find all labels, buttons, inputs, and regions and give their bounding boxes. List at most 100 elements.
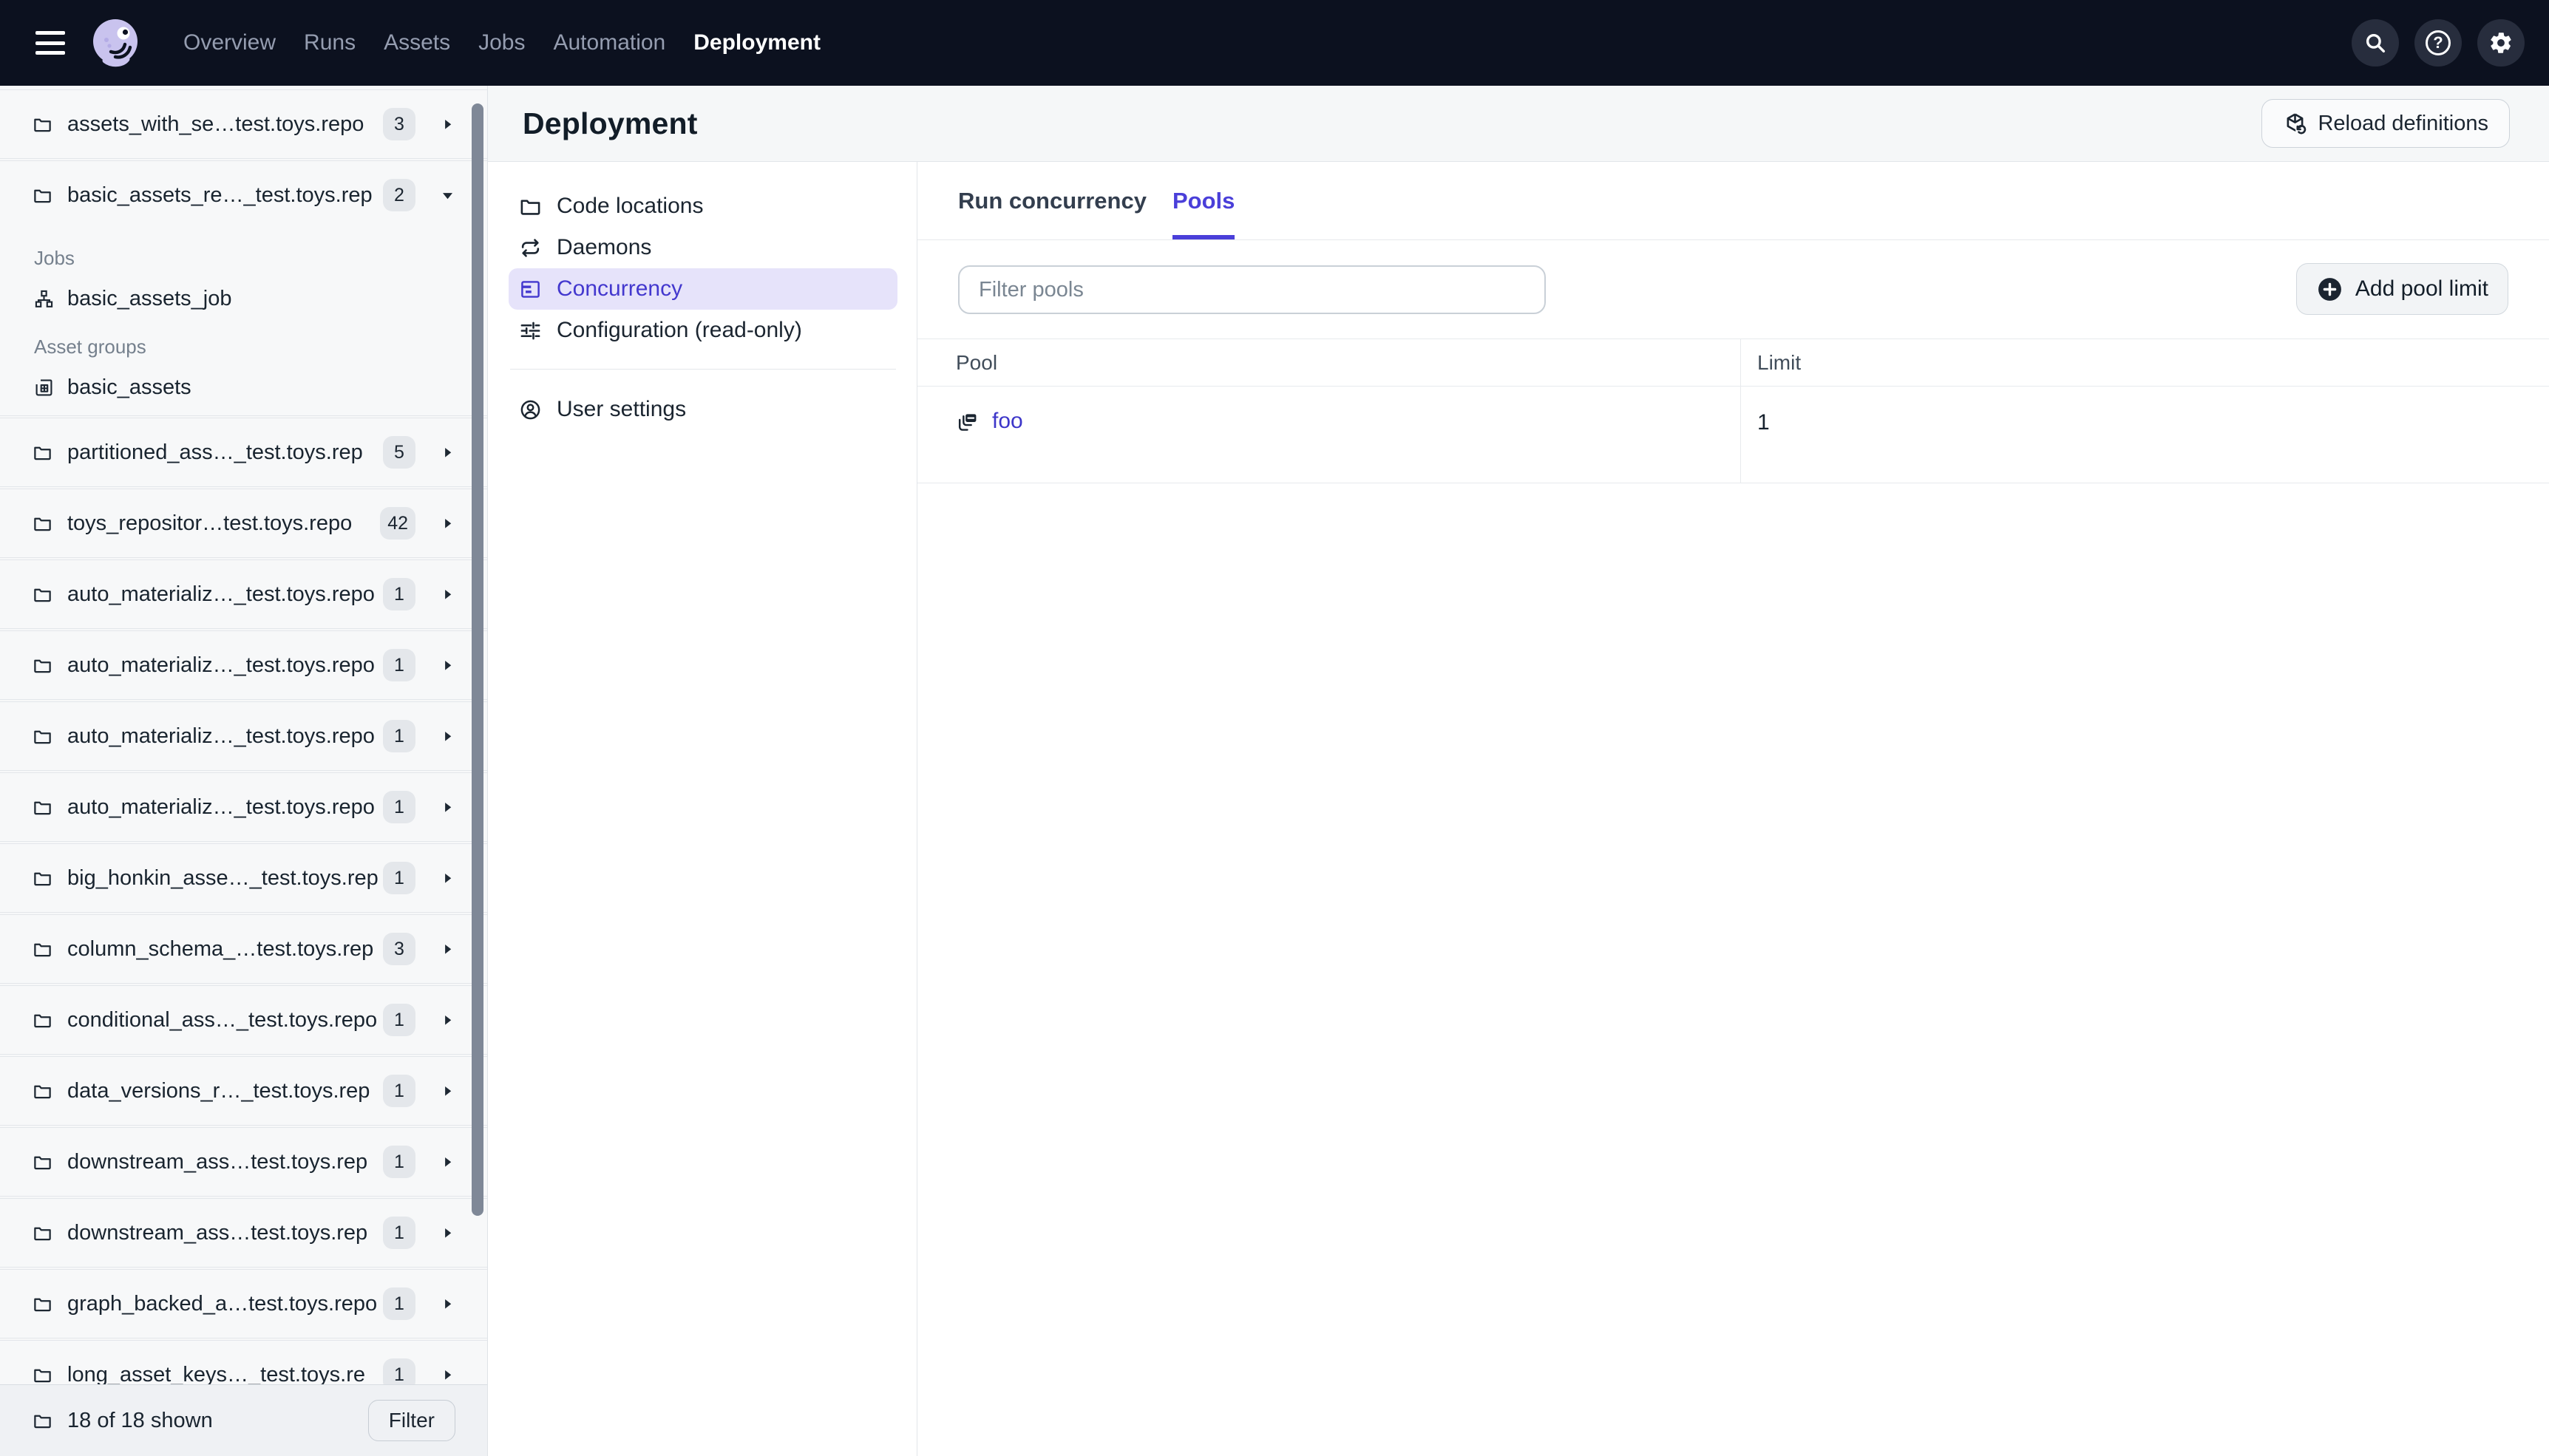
tab-run-concurrency[interactable]: Run concurrency [958, 162, 1147, 239]
chevron-right-icon[interactable] [438, 1081, 458, 1101]
sidebar-repo-row[interactable]: big_honkin_asse…_test.toys.rep 1 [0, 844, 487, 912]
folder-icon [33, 115, 52, 135]
sidebar-item-basic_assets[interactable]: basic_assets [0, 368, 487, 406]
repo-card: toys_repositor…test.toys.repo 42 [0, 489, 487, 558]
settings-button[interactable] [2477, 19, 2525, 67]
repo-card: auto_materializ…_test.toys.repo 1 [0, 701, 487, 771]
page-title: Deployment [523, 106, 698, 140]
chevron-right-icon[interactable] [438, 1223, 458, 1243]
sidebar-repo-row[interactable]: graph_backed_a…test.toys.repo 1 [0, 1270, 487, 1338]
search-button[interactable] [2352, 19, 2399, 67]
chevron-right-icon[interactable] [438, 1365, 458, 1385]
repo-card: basic_assets_re…_test.toys.rep 2 Jobs basic… [0, 160, 487, 416]
repo-card: data_versions_r…_test.toys.rep 1 [0, 1056, 487, 1126]
repo-card: auto_materializ…_test.toys.repo 1 [0, 559, 487, 629]
concurrency-icon [519, 278, 542, 301]
sidebar-item-basic_assets_job[interactable]: basic_assets_job [0, 279, 487, 318]
pool-cell: foo [917, 387, 1740, 483]
sidebar-repo-row[interactable]: auto_materializ…_test.toys.repo 1 [0, 773, 487, 841]
repo-card: downstream_ass…test.toys.rep 1 [0, 1127, 487, 1197]
hamburger-menu-icon[interactable] [35, 31, 65, 55]
sidebar-repo-row[interactable]: auto_materializ…_test.toys.repo 1 [0, 702, 487, 770]
pool-link-foo[interactable]: foo [992, 409, 1023, 434]
chevron-right-icon[interactable] [438, 514, 458, 534]
limit-cell: 1 [1740, 387, 2549, 483]
gear-icon [2488, 30, 2514, 55]
pools-table-header: Pool Limit [917, 339, 2549, 387]
deployment-nav-configuration-read-only[interactable]: Configuration (read-only) [509, 310, 897, 351]
repo-count-badge: 1 [383, 649, 415, 681]
deployment-nav: Code locations Daemons Concurrency Configur… [488, 162, 917, 1456]
configuration-icon [519, 319, 542, 342]
folder-icon [33, 1081, 52, 1101]
repo-count-text: 18 of 18 shown [67, 1408, 213, 1432]
sidebar-repo-row[interactable]: column_schema_…test.toys.rep 3 [0, 915, 487, 983]
folder-icon [33, 1411, 52, 1431]
add-pool-limit-button[interactable]: Add pool limit [2295, 263, 2508, 315]
chevron-right-icon[interactable] [438, 1010, 458, 1030]
deployment-nav-user-settings[interactable]: User settings [509, 389, 897, 430]
search-icon [2363, 30, 2388, 55]
repo-name: data_versions_r…_test.toys.rep [67, 1078, 370, 1103]
topnav-link-assets[interactable]: Assets [384, 30, 450, 55]
folder-icon [33, 939, 52, 959]
repo-name: auto_materializ…_test.toys.repo [67, 653, 375, 677]
concurrency-tabs: Run concurrency Pools [917, 162, 2549, 240]
sidebar-repo-row[interactable]: toys_repositor…test.toys.repo 42 [0, 489, 487, 557]
sidebar-repo-row[interactable]: partitioned_ass…_test.toys.rep 5 [0, 418, 487, 486]
sidebar-repo-row[interactable]: data_versions_r…_test.toys.rep 1 [0, 1057, 487, 1125]
sidebar-repo-row[interactable]: downstream_ass…test.toys.rep 1 [0, 1128, 487, 1196]
chevron-down-icon[interactable] [438, 186, 458, 205]
sidebar-repo-row[interactable]: assets_with_se…test.toys.repo 3 [0, 90, 487, 158]
topnav-links: Overview Runs Assets Jobs Automation Deployme… [183, 30, 821, 55]
sidebar-item-label: basic_assets_job [67, 286, 232, 310]
repo-name: auto_materializ…_test.toys.repo [67, 724, 375, 748]
topnav-link-jobs[interactable]: Jobs [478, 30, 525, 55]
deployment-nav-daemons[interactable]: Daemons [509, 227, 897, 268]
deployment-nav-label: Concurrency [557, 276, 683, 301]
help-icon: ? [2426, 30, 2451, 55]
chevron-right-icon[interactable] [438, 585, 458, 605]
chevron-right-icon[interactable] [438, 1152, 458, 1172]
sidebar-scrollbar[interactable] [472, 103, 483, 1216]
chevron-right-icon[interactable] [438, 1294, 458, 1314]
chevron-right-icon[interactable] [438, 115, 458, 135]
user-icon [519, 398, 542, 421]
topnav-link-runs[interactable]: Runs [304, 30, 356, 55]
folder-icon [33, 514, 52, 534]
reload-definitions-button[interactable]: Reload definitions [2261, 99, 2510, 148]
tab-pools[interactable]: Pools [1172, 162, 1235, 239]
deployment-nav-concurrency[interactable]: Concurrency [509, 268, 897, 310]
top-nav: Overview Runs Assets Jobs Automation Deployme… [0, 0, 2549, 86]
chevron-right-icon[interactable] [438, 797, 458, 817]
sidebar-filter-button[interactable]: Filter [367, 1400, 455, 1441]
section-label: Asset groups [34, 336, 146, 358]
repo-name: column_schema_…test.toys.rep [67, 936, 374, 961]
topnav-link-overview[interactable]: Overview [183, 30, 276, 55]
sidebar-repo-row[interactable]: auto_materializ…_test.toys.repo 1 [0, 560, 487, 628]
topnav-link-deployment[interactable]: Deployment [693, 30, 821, 55]
sidebar-repo-row[interactable]: basic_assets_re…_test.toys.rep 2 [0, 161, 487, 229]
chevron-right-icon[interactable] [438, 656, 458, 676]
folder-icon [33, 656, 52, 676]
deployment-nav-code-locations[interactable]: Code locations [509, 186, 897, 227]
filter-pools-input[interactable] [958, 265, 1546, 314]
repo-count-badge: 3 [383, 933, 415, 965]
repo-name: conditional_ass…_test.toys.repo [67, 1007, 378, 1032]
topnav-link-automation[interactable]: Automation [553, 30, 665, 55]
chevron-right-icon[interactable] [438, 727, 458, 746]
sidebar-repo-row[interactable]: downstream_ass…test.toys.rep 1 [0, 1199, 487, 1267]
sidebar-repo-row[interactable]: auto_materializ…_test.toys.repo 1 [0, 631, 487, 699]
dagster-logo-icon[interactable] [90, 17, 142, 69]
chevron-right-icon[interactable] [438, 443, 458, 463]
repo-name: downstream_ass…test.toys.rep [67, 1149, 368, 1174]
chevron-right-icon[interactable] [438, 868, 458, 888]
sidebar-repo-row[interactable]: conditional_ass…_test.toys.repo 1 [0, 986, 487, 1054]
help-button[interactable]: ? [2414, 19, 2462, 67]
repo-card: auto_materializ…_test.toys.repo 1 [0, 772, 487, 842]
folder-icon [33, 1223, 52, 1243]
repo-count-badge: 42 [380, 507, 415, 540]
repo-card: conditional_ass…_test.toys.repo 1 [0, 985, 487, 1055]
chevron-right-icon[interactable] [438, 939, 458, 959]
reload-definitions-icon [2283, 112, 2307, 136]
